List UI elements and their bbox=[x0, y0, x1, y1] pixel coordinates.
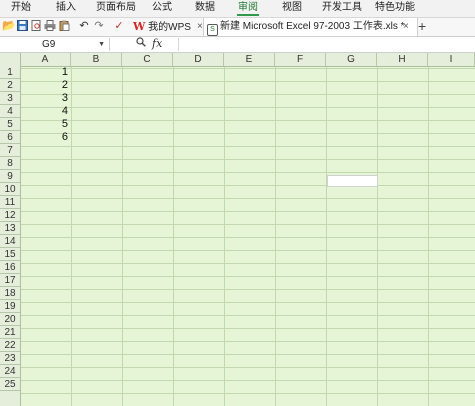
row-header[interactable]: 2 bbox=[0, 79, 20, 92]
redo-icon[interactable]: ↷ bbox=[93, 20, 105, 33]
cell-a1[interactable]: 1 bbox=[20, 66, 68, 79]
new-tab-plus-icon[interactable]: + bbox=[418, 18, 426, 35]
menu-developer-tools[interactable]: 开发工具 bbox=[322, 0, 362, 17]
cell-a3[interactable]: 3 bbox=[20, 92, 68, 105]
save-icon[interactable] bbox=[16, 20, 28, 33]
chevron-down-icon[interactable]: ▼ bbox=[98, 38, 105, 51]
column-header-g[interactable]: G bbox=[326, 53, 377, 66]
cell-a5[interactable]: 5 bbox=[20, 118, 68, 131]
undo-icon[interactable]: ↶ bbox=[78, 20, 90, 33]
row-header[interactable]: 5 bbox=[0, 118, 20, 131]
row-header[interactable]: 1 bbox=[0, 66, 20, 79]
row-headers: 1 2 3 4 5 6 7 8 9 10 11 12 13 14 15 16 1… bbox=[0, 66, 21, 406]
row-header[interactable]: 13 bbox=[0, 222, 20, 235]
column-header-c[interactable]: C bbox=[122, 53, 173, 66]
tab-excel-workbook[interactable]: S 新建 Microsoft Excel 97-2003 工作表.xls * × bbox=[203, 18, 418, 36]
format-painter-icon[interactable]: ✓ bbox=[113, 20, 125, 33]
menu-view[interactable]: 视图 bbox=[282, 0, 302, 17]
menu-review[interactable]: 审阅 bbox=[237, 0, 259, 17]
name-box[interactable]: G9 ▼ bbox=[0, 38, 110, 51]
row-header[interactable]: 10 bbox=[0, 183, 20, 196]
column-header-d[interactable]: D bbox=[173, 53, 224, 66]
menu-data[interactable]: 数据 bbox=[195, 0, 215, 17]
tab-my-wps[interactable]: W 我的WPS × bbox=[130, 18, 203, 36]
menu-formulas[interactable]: 公式 bbox=[152, 0, 172, 17]
row-header[interactable]: 22 bbox=[0, 339, 20, 352]
row-header[interactable]: 9 bbox=[0, 170, 20, 183]
ribbon-menu-bar: 开始 插入 页面布局 公式 数据 审阅 视图 开发工具 特色功能 bbox=[0, 0, 475, 18]
search-icon[interactable] bbox=[136, 37, 146, 51]
spreadsheet-grid[interactable]: A B C D E F G H I 1 2 3 4 5 6 7 8 9 10 1… bbox=[0, 53, 475, 406]
row-header[interactable]: 8 bbox=[0, 157, 20, 170]
open-icon[interactable]: 📂 bbox=[2, 20, 16, 33]
cell-a2[interactable]: 2 bbox=[20, 79, 68, 92]
row-header[interactable]: 12 bbox=[0, 209, 20, 222]
row-header[interactable]: 20 bbox=[0, 313, 20, 326]
tab-my-wps-label: 我的WPS bbox=[148, 22, 191, 33]
row-header[interactable]: 11 bbox=[0, 196, 20, 209]
close-icon[interactable]: × bbox=[197, 18, 203, 36]
row-header[interactable]: 15 bbox=[0, 248, 20, 261]
column-header-e[interactable]: E bbox=[224, 53, 275, 66]
column-headers: A B C D E F G H I bbox=[0, 53, 475, 67]
column-header-i[interactable]: I bbox=[428, 53, 475, 66]
close-icon[interactable]: × bbox=[403, 18, 409, 36]
column-header-a[interactable]: A bbox=[20, 53, 71, 66]
row-header[interactable]: 14 bbox=[0, 235, 20, 248]
insert-function-button[interactable]: fx bbox=[152, 37, 162, 51]
row-header[interactable]: 7 bbox=[0, 144, 20, 157]
row-header[interactable]: 16 bbox=[0, 261, 20, 274]
formula-bar: G9 ▼ fx bbox=[0, 37, 475, 53]
selected-cell-g9[interactable] bbox=[327, 175, 378, 187]
tab-excel-workbook-label: 新建 Microsoft Excel 97-2003 工作表.xls * bbox=[220, 21, 405, 32]
row-header[interactable]: 19 bbox=[0, 300, 20, 313]
column-header-f[interactable]: F bbox=[275, 53, 326, 66]
menu-insert[interactable]: 插入 bbox=[56, 0, 76, 17]
quick-access-toolbar: 📂 ↶ ↷ ✓ W 我的WPS × S 新建 Microsoft Excel 97… bbox=[0, 18, 475, 37]
menu-page-layout[interactable]: 页面布局 bbox=[96, 0, 136, 17]
wps-logo-icon: W bbox=[133, 20, 146, 33]
row-header[interactable]: 24 bbox=[0, 365, 20, 378]
menu-special-features[interactable]: 特色功能 bbox=[375, 0, 415, 17]
menu-start[interactable]: 开始 bbox=[11, 0, 31, 17]
formula-input[interactable] bbox=[178, 38, 475, 51]
cell-a6[interactable]: 6 bbox=[20, 131, 68, 144]
row-header[interactable]: 23 bbox=[0, 352, 20, 365]
column-header-h[interactable]: H bbox=[377, 53, 428, 66]
paste-icon[interactable] bbox=[58, 20, 70, 33]
row-header[interactable]: 4 bbox=[0, 105, 20, 118]
row-header[interactable]: 25 bbox=[0, 378, 20, 391]
row-header[interactable]: 6 bbox=[0, 131, 20, 144]
spreadsheet-file-icon: S bbox=[207, 24, 218, 36]
column-header-b[interactable]: B bbox=[71, 53, 122, 66]
name-box-value: G9 bbox=[42, 39, 56, 50]
row-header[interactable]: 17 bbox=[0, 274, 20, 287]
row-header[interactable]: 3 bbox=[0, 92, 20, 105]
cell-a4[interactable]: 4 bbox=[20, 105, 68, 118]
print-preview-icon[interactable] bbox=[30, 20, 42, 33]
print-icon[interactable] bbox=[44, 20, 56, 33]
row-header[interactable]: 18 bbox=[0, 287, 20, 300]
select-all-corner[interactable] bbox=[0, 53, 21, 66]
row-header[interactable]: 21 bbox=[0, 326, 20, 339]
